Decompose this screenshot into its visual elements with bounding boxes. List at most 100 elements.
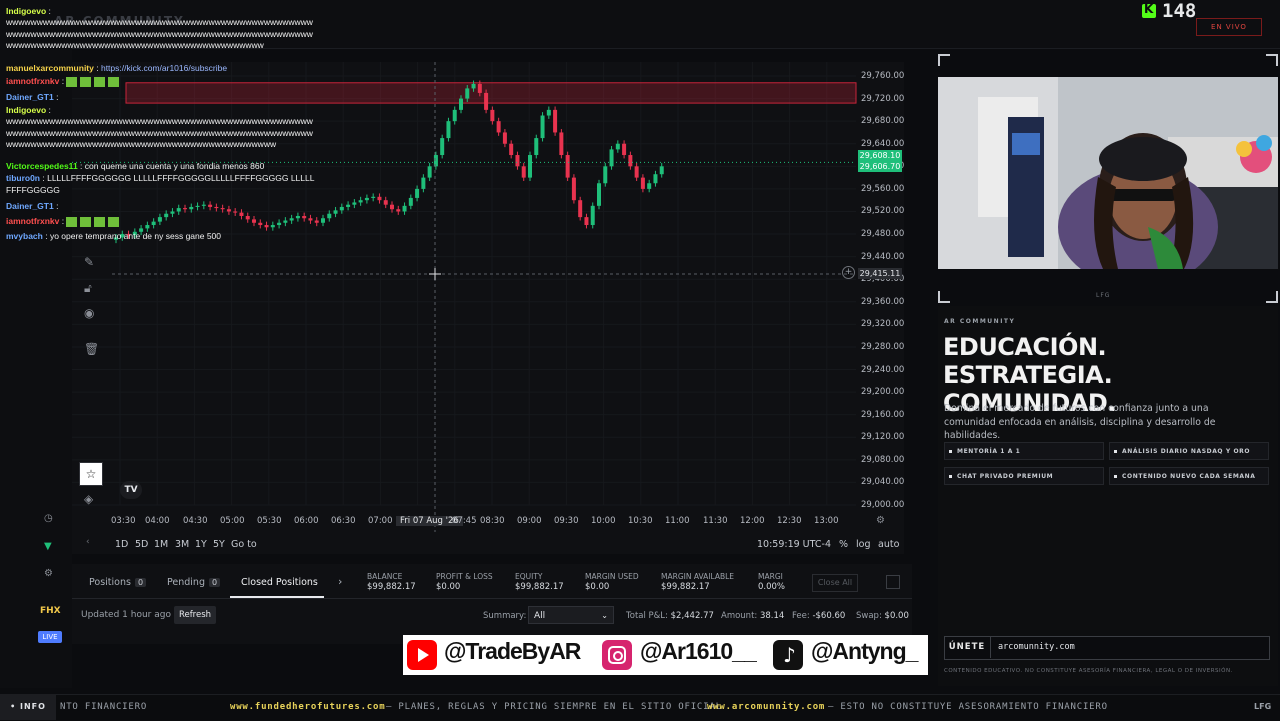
favorite-star-icon[interactable]: ☆: [79, 462, 103, 486]
join-box[interactable]: [944, 636, 1270, 660]
layers-icon[interactable]: ◈: [84, 492, 93, 506]
time-tick-label: 07:00: [368, 516, 393, 526]
grid-icon[interactable]: [886, 575, 900, 589]
range-5d[interactable]: 5D: [135, 539, 148, 550]
price-tick-label: 29,520.00: [861, 206, 905, 217]
price-tick-label: 29,560.00: [861, 183, 905, 194]
price-tick-label: 29,240.00: [861, 364, 905, 375]
collapse-left-icon[interactable]: ‹: [86, 537, 90, 547]
summary-select[interactable]: All ⌄: [528, 606, 614, 624]
summary-label: Summary:: [483, 611, 527, 621]
chat-username[interactable]: tiburo0n: [6, 173, 40, 183]
chat-username[interactable]: Indigoevo: [6, 6, 46, 16]
feature-chat: CHAT PRIVADO PREMIUM: [944, 467, 1104, 485]
youtube-icon: [407, 640, 437, 670]
chat-text: wwwwwwwwwwwwwwwwwwwwwwwwwwwwwwwwwwwwwwww…: [6, 17, 313, 50]
candle-body: [377, 196, 382, 201]
candle-body: [502, 132, 507, 144]
candle-body: [402, 205, 407, 212]
chat-text: con queme una cuenta y una fondia menos …: [84, 161, 265, 171]
goto-button[interactable]: Go to: [231, 539, 257, 550]
price-tick-label: 29,760.00: [861, 71, 905, 81]
chat-overlay: Indigoevo : wwwwwwwwwwwwwwwwwwwwwwwwwwww…: [6, 6, 318, 246]
candle-body: [333, 210, 338, 214]
time-tick-label: 06:00: [294, 516, 319, 526]
candle-body: [534, 138, 539, 156]
price-tick-label: 29,280.00: [861, 341, 905, 352]
candle-body: [509, 143, 514, 156]
tab-scroll-right-icon[interactable]: ›: [338, 575, 342, 588]
lfg-small-label: LFG: [1096, 292, 1111, 299]
candle-body: [471, 83, 476, 89]
pencil-icon[interactable]: ✎: [84, 255, 94, 269]
price-tick-label: 29,480.00: [861, 229, 905, 240]
range-3m[interactable]: 3M: [175, 539, 189, 550]
add-alert-icon[interactable]: +: [842, 266, 855, 279]
chat-separator: :: [59, 216, 67, 226]
candle-body: [521, 166, 526, 178]
percent-toggle[interactable]: %: [839, 539, 848, 550]
tab-positions[interactable]: Positions 0: [89, 577, 147, 588]
kick-icon: [1142, 2, 1156, 18]
candle-body: [446, 121, 451, 139]
chat-text[interactable]: https://kick.com/ar1016/subscribe: [101, 63, 227, 73]
candle-body: [484, 92, 489, 110]
chat-username[interactable]: mvybach: [6, 231, 43, 241]
tab-positions-label: Positions: [89, 577, 131, 588]
emote-icon: [94, 216, 106, 227]
range-1y[interactable]: 1Y: [195, 539, 207, 550]
chat-username[interactable]: iamnotfrxnkv: [6, 216, 59, 226]
ticker-item-5: — ESTO NO CONSTITUYE ASESORAMIENTO FINAN…: [828, 702, 1108, 712]
time-tick-label: 09:00: [517, 516, 542, 526]
eye-icon[interactable]: ◉: [84, 306, 94, 320]
range-1d[interactable]: 1D: [115, 539, 128, 550]
price-tick-label: 29,640.00: [861, 138, 905, 149]
stat-pl-value: $0.00: [436, 582, 461, 592]
lock-icon[interactable]: 🔓︎: [84, 281, 92, 296]
feature-mentoria: MENTORÍA 1 A 1: [944, 442, 1104, 460]
candle-body: [559, 132, 564, 156]
frame-corner-bl: [938, 291, 950, 303]
clock-icon[interactable]: ◷: [44, 513, 53, 524]
fhx-logo: FHX: [40, 606, 61, 616]
tab-pending-label: Pending: [167, 577, 205, 588]
settings-icon[interactable]: ⚙: [44, 568, 53, 579]
join-label: ÚNETE: [944, 636, 991, 658]
chat-message: wwwwwwwwwwwwwwwwwwwwwwwwwwwwwwwwwwwwwwww…: [6, 116, 318, 151]
auto-toggle[interactable]: auto: [878, 539, 899, 550]
candle-body: [590, 205, 595, 226]
candle-body: [578, 200, 583, 218]
frame-corner-br: [1266, 291, 1278, 303]
chat-username[interactable]: iamnotfrxnkv: [6, 76, 59, 86]
tab-pending[interactable]: Pending 0: [167, 577, 221, 588]
chat-username[interactable]: Victorcespedes11: [6, 161, 78, 171]
amount-label: Amount:: [721, 611, 758, 621]
tab-closed-positions[interactable]: Closed Positions: [241, 577, 318, 588]
time-tick-label: 11:30: [703, 516, 728, 526]
live-small-badge: LIVE: [38, 631, 62, 643]
refresh-button[interactable]: Refresh: [174, 606, 216, 624]
price-tick-label: 29,080.00: [861, 454, 905, 465]
range-5y[interactable]: 5Y: [213, 539, 225, 550]
candle-body: [452, 109, 457, 122]
time-tick-label: 12:00: [740, 516, 765, 526]
close-all-button[interactable]: Close All: [812, 574, 858, 592]
viewer-count: 148: [1162, 0, 1197, 22]
join-url[interactable]: arcomunnity.com: [998, 636, 1075, 658]
chat-username[interactable]: Dainer_GT1: [6, 92, 54, 102]
chat-username[interactable]: Dainer_GT1: [6, 201, 54, 211]
price-tick-label: 29,200.00: [861, 387, 905, 398]
axis-settings-icon[interactable]: ⚙: [876, 515, 885, 526]
frame-corner-tr: [1266, 54, 1278, 66]
info-badge: • INFO: [0, 694, 56, 720]
candle-body: [327, 213, 332, 219]
promo-description: Domina el mercado de futuros con confian…: [944, 403, 1216, 441]
swap-label: Swap:: [856, 611, 882, 621]
log-toggle[interactable]: log: [856, 539, 870, 550]
total-pl-value: $2,442.77: [670, 611, 714, 621]
range-1m[interactable]: 1M: [154, 539, 168, 550]
chat-username[interactable]: manuelxarcommunity: [6, 63, 94, 73]
price-tick-label: 29,040.00: [861, 477, 905, 488]
trash-icon[interactable]: 🗑︎: [84, 342, 99, 356]
chat-username[interactable]: Indigoevo: [6, 105, 46, 115]
